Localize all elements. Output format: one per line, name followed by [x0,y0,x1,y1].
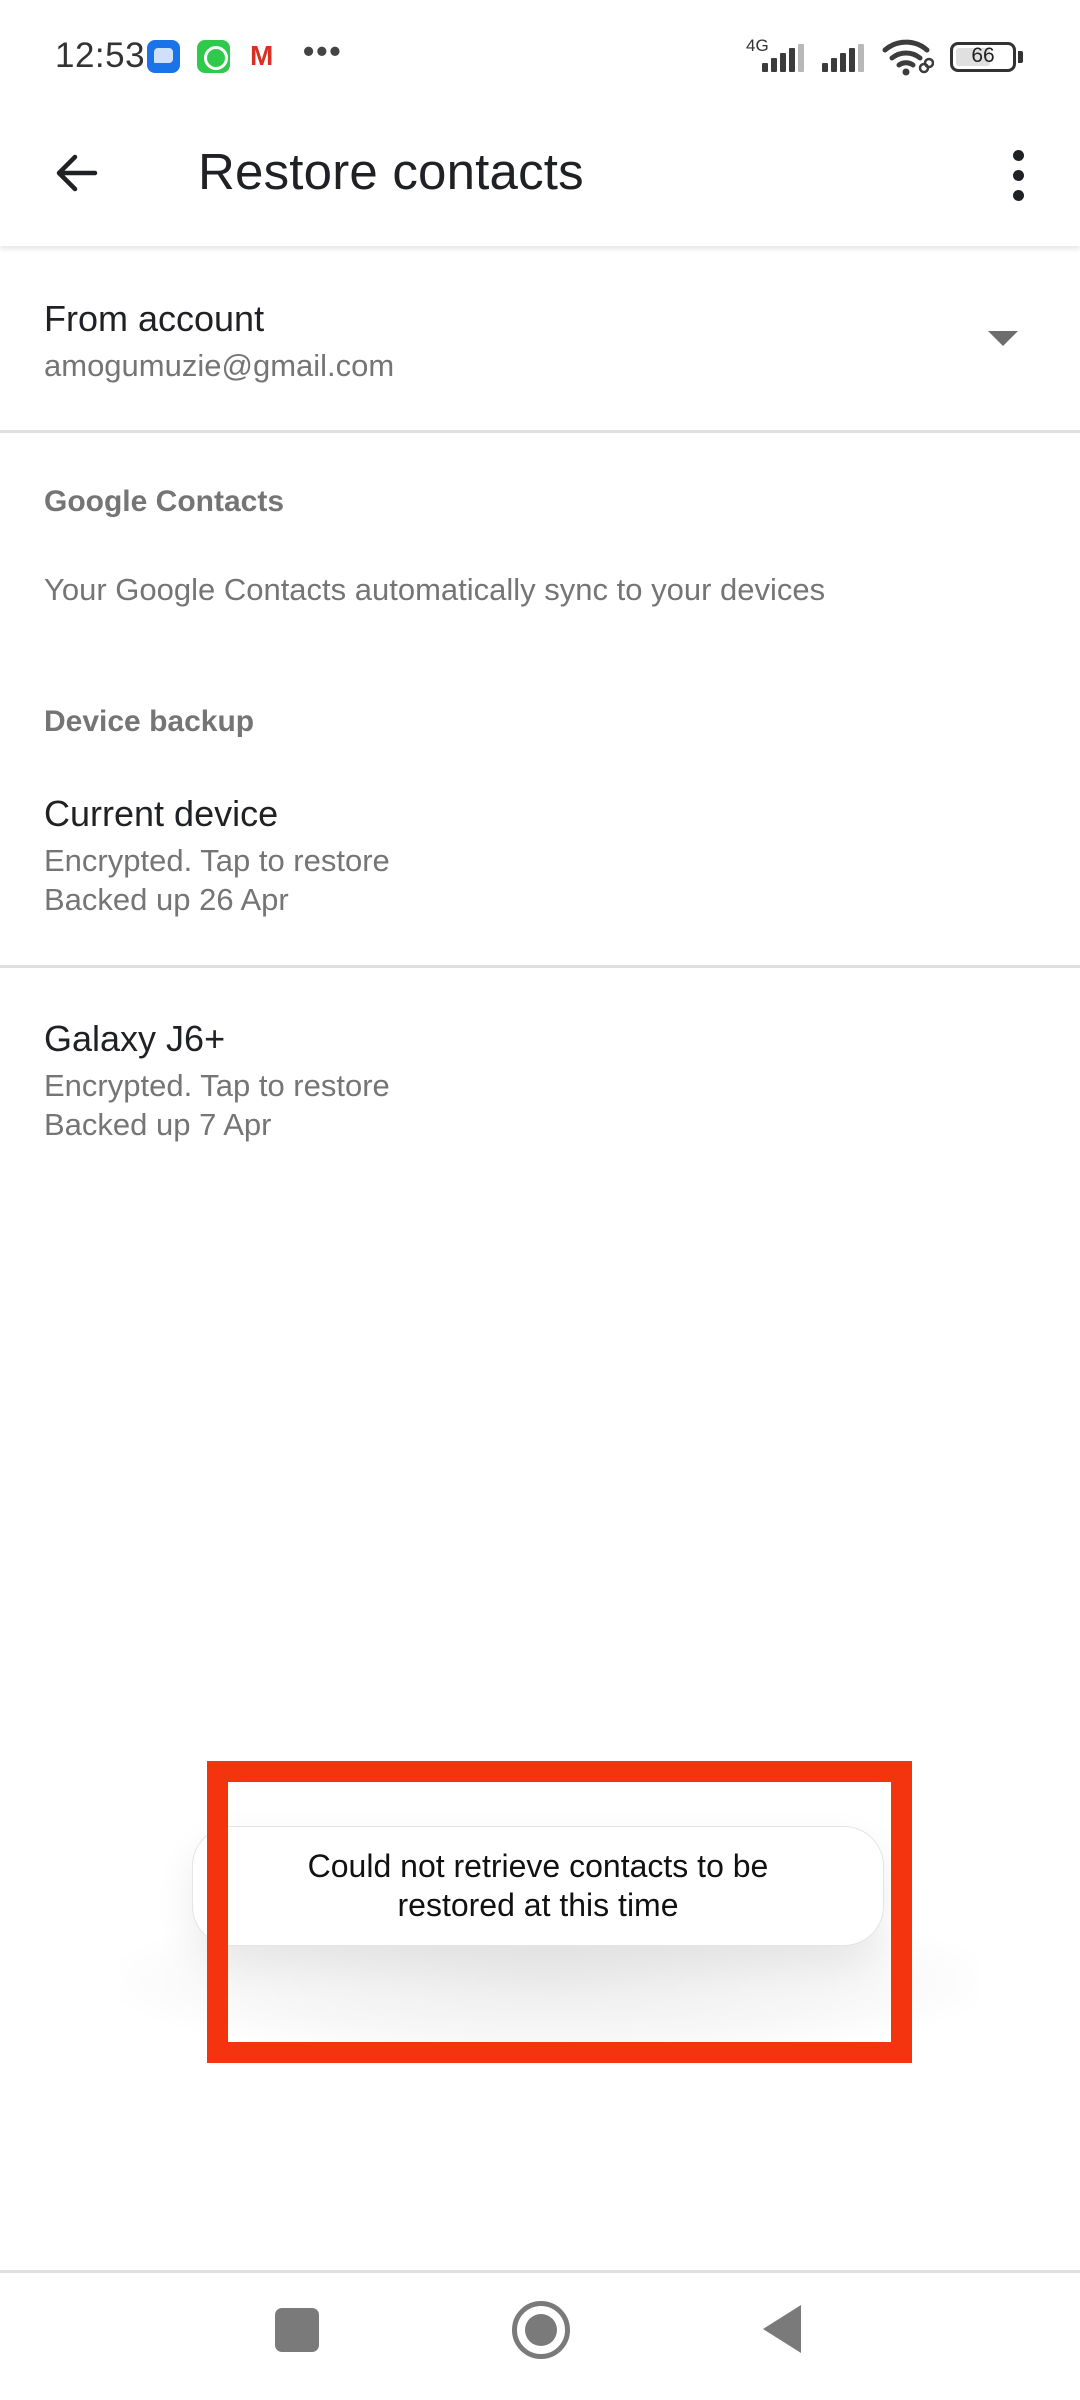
back-icon[interactable] [763,2305,801,2353]
divider [0,430,1080,433]
backup-status: Encrypted. Tap to restore [44,843,390,878]
back-button[interactable] [40,136,114,210]
more-vert-icon-dot [1012,169,1024,181]
gmail-icon: M [247,40,280,73]
arrow-back-icon [56,154,98,192]
messages-icon [147,40,180,73]
battery-icon: 66 [950,42,1016,72]
backup-title: Current device [44,793,279,834]
wifi-icon [882,39,934,76]
battery-tip [1018,51,1023,63]
section-header-device-backup: Device backup [44,705,255,738]
backup-status: Encrypted. Tap to restore [44,1068,390,1103]
status-bar: 12:53 M ••• 4G 66 [0,0,1080,110]
dropdown-arrow-icon[interactable] [988,331,1018,346]
battery-level: 66 [971,44,995,67]
section-header-google-contacts: Google Contacts [44,485,285,518]
more-notifications-icon: ••• [303,33,343,69]
whatsapp-icon [197,40,230,73]
more-options-button[interactable] [990,138,1046,212]
account-label: From account [44,298,265,339]
backup-item-current-device[interactable]: Current device Encrypted. Tap to restore… [0,793,1080,963]
account-selector[interactable]: From account amogumuzie@gmail.com [0,246,1080,432]
backup-item-galaxy-j6[interactable]: Galaxy J6+ Encrypted. Tap to restore Bac… [0,1018,1080,1188]
more-vert-icon-dot [1012,149,1024,161]
google-contacts-description: Your Google Contacts automatically sync … [44,572,826,607]
backup-title: Galaxy J6+ [44,1018,226,1059]
cellular-signal-2-icon [822,44,864,72]
account-email: amogumuzie@gmail.com [44,348,395,383]
divider [0,965,1080,968]
recents-icon[interactable] [275,2308,319,2352]
highlight-annotation-box [207,1761,912,2063]
cellular-signal-icon [762,44,804,72]
app-bar: Restore contacts [0,110,1080,246]
backup-date: Backed up 7 Apr [44,1107,272,1142]
backup-date: Backed up 26 Apr [44,882,289,917]
navigation-bar [0,2273,1080,2400]
home-icon[interactable] [512,2301,570,2359]
page-title: Restore contacts [198,143,584,200]
status-time: 12:53 [55,36,146,75]
more-vert-icon-dot [1012,189,1024,201]
